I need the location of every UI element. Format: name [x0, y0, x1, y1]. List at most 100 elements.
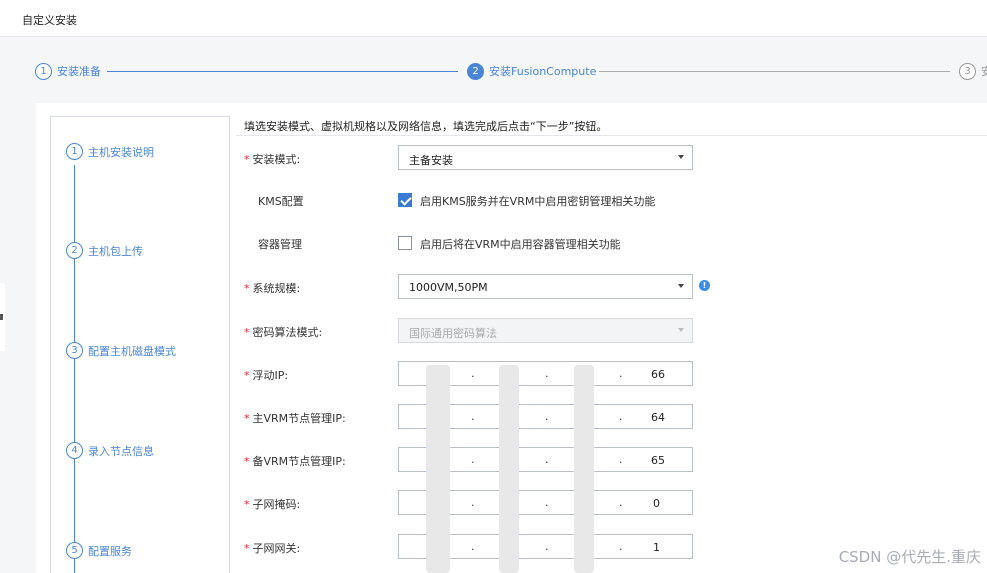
netmask-label: * 子网掩码: — [244, 496, 300, 512]
step-label: 安装准备 — [57, 65, 101, 78]
required-mark: * — [244, 369, 250, 382]
redaction-blur — [574, 365, 594, 573]
sub-step-host-package-upload[interactable]: 2 主机包上传 — [66, 242, 143, 259]
select-value: 国际通用密码算法 — [409, 327, 497, 340]
ip-dot: . — [619, 410, 623, 423]
step-1[interactable]: 1 安装准备 — [35, 62, 101, 80]
ip-dot: . — [471, 540, 475, 553]
backup-vrm-ip-label: * 备VRM节点管理IP: — [244, 453, 346, 469]
ip-last-octet: 0 — [653, 497, 660, 510]
float-ip-label: * 浮动IP: — [244, 367, 288, 383]
ip-dot: . — [471, 453, 475, 466]
sub-step-host-install-notes[interactable]: 1 主机安装说明 — [66, 143, 154, 160]
ip-last-octet: 65 — [651, 454, 665, 467]
redaction-blur — [426, 365, 450, 573]
label-text: 子网掩码: — [252, 498, 301, 511]
kms-checkbox[interactable] — [398, 193, 412, 207]
system-scale-select[interactable]: 1000VM,50PM — [398, 274, 693, 299]
sub-steps-nav: 1 主机安装说明 2 主机包上传 3 配置主机磁盘模式 4 录入节点信息 5 配… — [50, 116, 230, 573]
install-mode-label: * 安装模式: — [244, 151, 300, 167]
sub-step-label: 主机包上传 — [88, 244, 143, 258]
sub-step-number: 4 — [66, 442, 83, 459]
step-connector — [107, 71, 458, 72]
step-number: 3 — [959, 62, 976, 80]
required-mark: * — [244, 542, 250, 555]
crypto-mode-label: * 密码算法模式: — [244, 324, 322, 340]
sub-step-number: 5 — [66, 542, 83, 559]
sub-step-number: 3 — [66, 342, 83, 359]
sub-step-label: 配置服务 — [88, 544, 132, 558]
step-label: 安装FusionCompute — [489, 65, 597, 78]
main-vrm-ip-label: * 主VRM节点管理IP: — [244, 410, 346, 426]
sub-step-label: 主机安装说明 — [88, 145, 154, 159]
sub-step-number: 1 — [66, 143, 83, 160]
label-text: 备VRM节点管理IP: — [252, 455, 346, 468]
ip-dot: . — [471, 496, 475, 509]
crypto-mode-row: * 密码算法模式: 国际通用密码算法 — [244, 318, 764, 344]
ip-dot: . — [545, 496, 549, 509]
container-checkbox-label[interactable]: 启用后将在VRM中启用容器管理相关功能 — [420, 236, 621, 252]
container-checkbox[interactable] — [398, 236, 412, 250]
sub-step-configure-service[interactable]: 5 配置服务 — [66, 542, 132, 559]
ip-dot: . — [471, 410, 475, 423]
required-mark: * — [244, 282, 250, 295]
collapse-handle[interactable] — [0, 283, 5, 351]
chevron-down-icon — [678, 155, 684, 159]
install-mode-select[interactable]: 主备安装 — [398, 145, 693, 170]
container-row: 容器管理 启用后将在VRM中启用容器管理相关功能 — [244, 230, 764, 256]
sub-step-label: 录入节点信息 — [88, 444, 154, 458]
kms-checkbox-label[interactable]: 启用KMS服务并在VRM中启用密钥管理相关功能 — [420, 193, 655, 209]
sub-step-disk-mode[interactable]: 3 配置主机磁盘模式 — [66, 342, 176, 359]
page-title: 自定义安装 — [22, 14, 77, 27]
redaction-blur — [499, 365, 519, 573]
system-scale-row: * 系统规模: 1000VM,50PM ! — [244, 274, 764, 300]
install-mode-row: * 安装模式: 主备安装 — [244, 145, 764, 171]
info-icon[interactable]: ! — [699, 280, 710, 291]
sub-step-label: 配置主机磁盘模式 — [88, 344, 176, 358]
ip-dot: . — [545, 410, 549, 423]
step-number: 1 — [35, 62, 52, 80]
form-hint: 填选安装模式、虚拟机规格以及网络信息，填选完成后点击“下一步”按钮。 — [244, 120, 608, 133]
top-bar: 自定义安装 — [0, 0, 987, 37]
required-mark: * — [244, 412, 250, 425]
step-2[interactable]: 2 安装FusionCompute — [467, 62, 596, 80]
label-text: 安装模式: — [252, 153, 301, 166]
ip-dot: . — [545, 540, 549, 553]
label-text: 主VRM节点管理IP: — [252, 412, 346, 425]
label-text: 子网网关: — [252, 542, 301, 555]
step-3[interactable]: 3 安 — [959, 62, 987, 80]
ip-dot: . — [545, 367, 549, 380]
label-text: 浮动IP: — [252, 369, 289, 382]
select-value: 1000VM,50PM — [409, 281, 488, 294]
ip-last-octet: 1 — [653, 541, 660, 554]
container-label: 容器管理 — [258, 238, 302, 251]
chevron-down-icon — [678, 328, 684, 332]
gateway-label: * 子网网关: — [244, 540, 300, 556]
label-text: 密码算法模式: — [252, 326, 323, 339]
required-mark: * — [244, 498, 250, 511]
sub-steps-line — [74, 165, 75, 573]
sub-step-node-info[interactable]: 4 录入节点信息 — [66, 442, 154, 459]
ip-last-octet: 66 — [651, 368, 665, 381]
install-steps: 1 安装准备 2 安装FusionCompute 3 安 — [0, 37, 987, 103]
system-scale-label: * 系统规模: — [244, 280, 300, 296]
required-mark: * — [244, 326, 250, 339]
ip-dot: . — [619, 453, 623, 466]
watermark: CSDN @代先生.重庆 — [838, 548, 981, 566]
sub-step-number: 2 — [66, 242, 83, 259]
ip-dot: . — [619, 367, 623, 380]
ip-last-octet: 64 — [651, 411, 665, 424]
ip-dot: . — [619, 496, 623, 509]
chevron-down-icon — [678, 284, 684, 288]
required-mark: * — [244, 455, 250, 468]
step-number: 2 — [467, 62, 484, 80]
step-connector — [599, 71, 950, 72]
divider — [236, 135, 987, 136]
ip-dot: . — [545, 453, 549, 466]
kms-row: KMS配置 启用KMS服务并在VRM中启用密钥管理相关功能 — [244, 187, 764, 213]
crypto-mode-select: 国际通用密码算法 — [398, 318, 693, 343]
main-panel: 1 主机安装说明 2 主机包上传 3 配置主机磁盘模式 4 录入节点信息 5 配… — [36, 103, 987, 573]
ip-dot: . — [471, 367, 475, 380]
select-value: 主备安装 — [409, 154, 453, 167]
step-label: 安 — [981, 65, 987, 78]
